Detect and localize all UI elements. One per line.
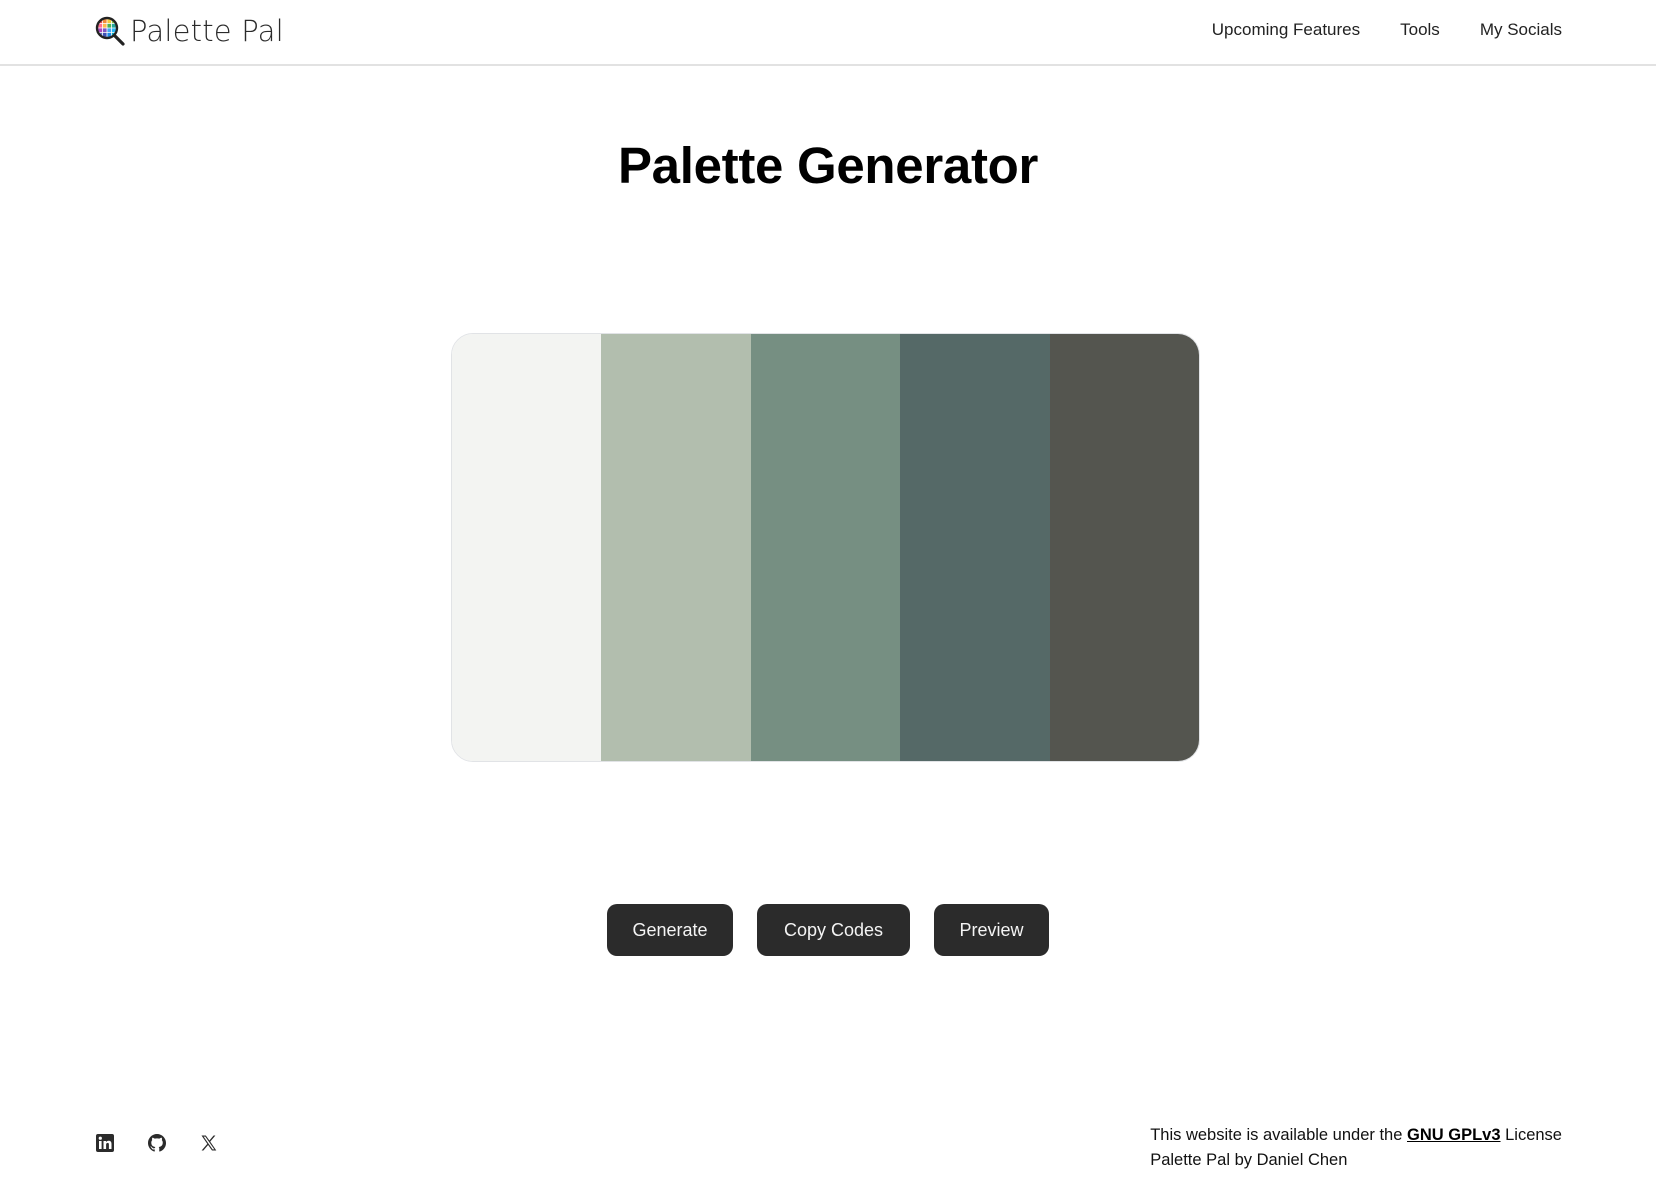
linkedin-icon xyxy=(96,1133,114,1157)
color-swatch-3[interactable] xyxy=(750,334,901,761)
main-nav: Upcoming Features Tools My Socials xyxy=(1212,20,1562,40)
color-swatch-5[interactable] xyxy=(1049,334,1199,761)
nav-tools[interactable]: Tools xyxy=(1400,20,1440,40)
color-swatch-1[interactable] xyxy=(452,334,602,761)
license-line: This website is available under the GNU … xyxy=(1150,1123,1562,1148)
x-link[interactable] xyxy=(200,1134,218,1157)
license-suffix: License xyxy=(1500,1126,1562,1144)
x-icon xyxy=(200,1134,218,1157)
copy-codes-button[interactable]: Copy Codes xyxy=(757,904,910,956)
linkedin-link[interactable] xyxy=(96,1133,114,1157)
nav-my-socials[interactable]: My Socials xyxy=(1480,20,1562,40)
logo-link[interactable]: Palette Pal xyxy=(94,13,284,49)
preview-button[interactable]: Preview xyxy=(934,904,1049,956)
logo-text: Palette Pal xyxy=(130,14,284,48)
color-palette xyxy=(451,333,1200,762)
color-swatch-2[interactable] xyxy=(601,334,751,761)
color-swatch-4[interactable] xyxy=(900,334,1050,761)
footer-license: This website is available under the GNU … xyxy=(1150,1123,1562,1173)
license-prefix: This website is available under the xyxy=(1150,1126,1407,1144)
github-link[interactable] xyxy=(148,1133,166,1157)
gpl-license-link[interactable]: GNU GPLv3 xyxy=(1407,1126,1501,1144)
social-links xyxy=(96,1133,218,1157)
generate-button[interactable]: Generate xyxy=(607,904,733,956)
github-icon xyxy=(148,1133,166,1157)
nav-upcoming-features[interactable]: Upcoming Features xyxy=(1212,20,1360,40)
magnifier-palette-icon xyxy=(94,15,126,47)
action-buttons: Generate Copy Codes Preview xyxy=(0,904,1656,956)
author-credit: Palette Pal by Daniel Chen xyxy=(1150,1151,1348,1169)
page-title: Palette Generator xyxy=(617,137,1039,194)
site-header: Palette Pal Upcoming Features Tools My S… xyxy=(0,0,1656,66)
